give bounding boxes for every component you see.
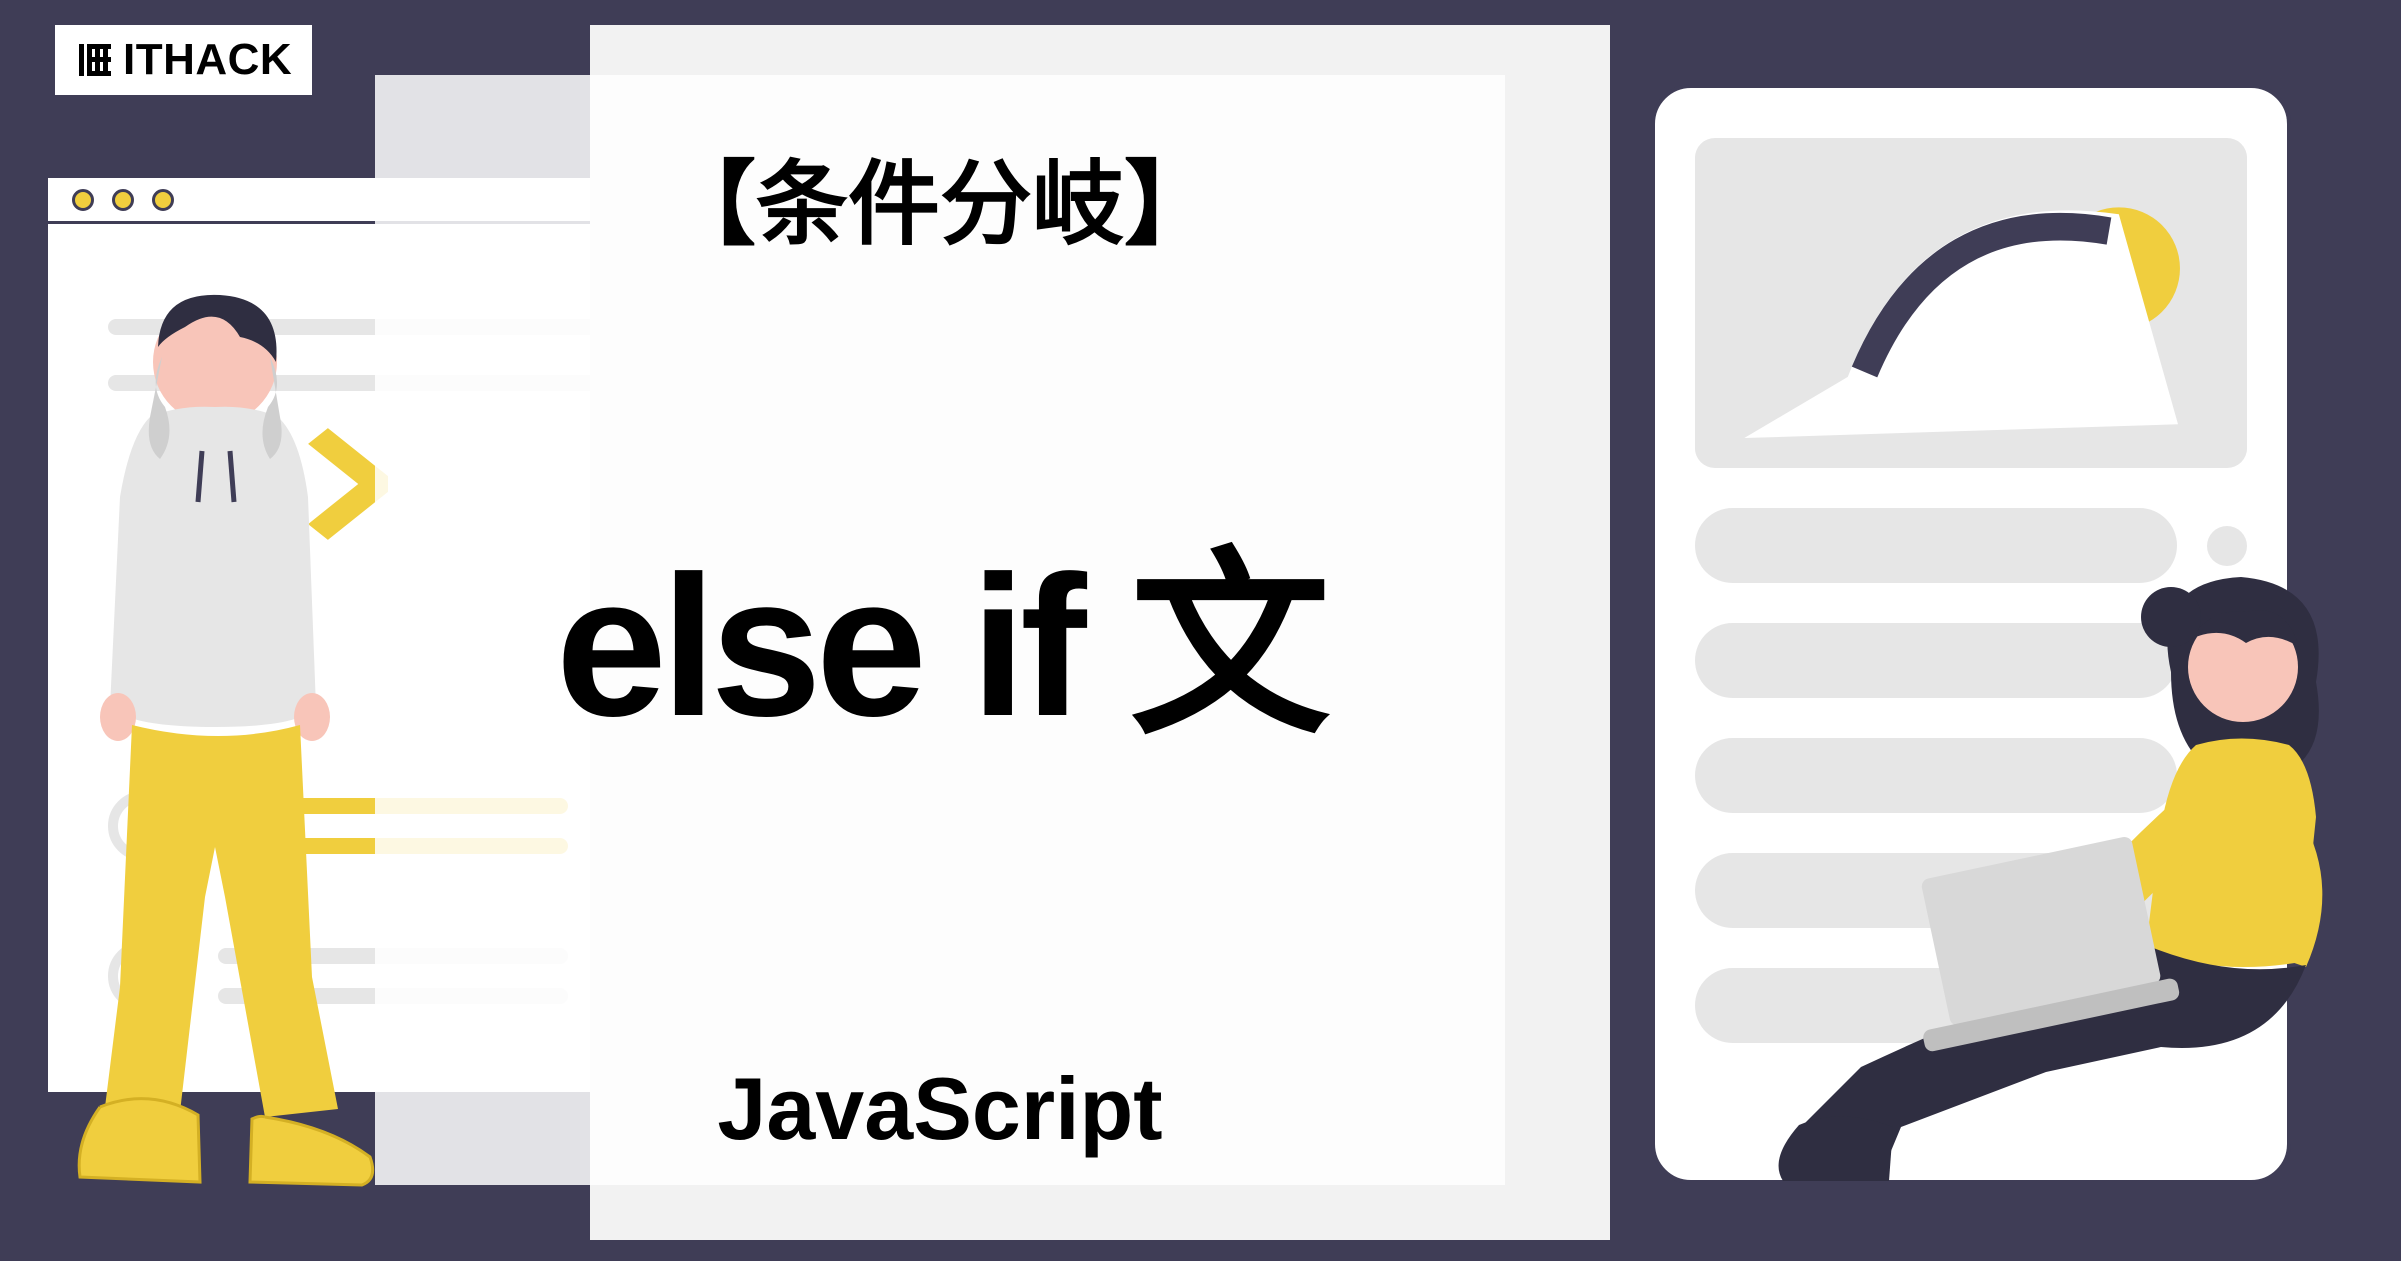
- person-standing-illustration: [70, 287, 380, 1187]
- window-dot-icon: [152, 189, 174, 211]
- dot-icon: [2207, 526, 2247, 566]
- logo: ITHACK: [55, 25, 312, 95]
- phone-image-placeholder: [1695, 138, 2247, 468]
- window-dot-icon: [112, 189, 134, 211]
- logo-text: ITHACK: [123, 35, 292, 85]
- logo-icon: [75, 40, 115, 80]
- person-sitting-illustration: [1741, 567, 2371, 1187]
- title-panel: 【条件分岐】 else if 文 JavaScript: [375, 75, 1505, 1185]
- window-dot-icon: [72, 189, 94, 211]
- main-title: else if 文: [375, 483, 1505, 773]
- language-label: JavaScript: [375, 1058, 1505, 1160]
- subtitle: 【条件分岐】: [375, 130, 1505, 263]
